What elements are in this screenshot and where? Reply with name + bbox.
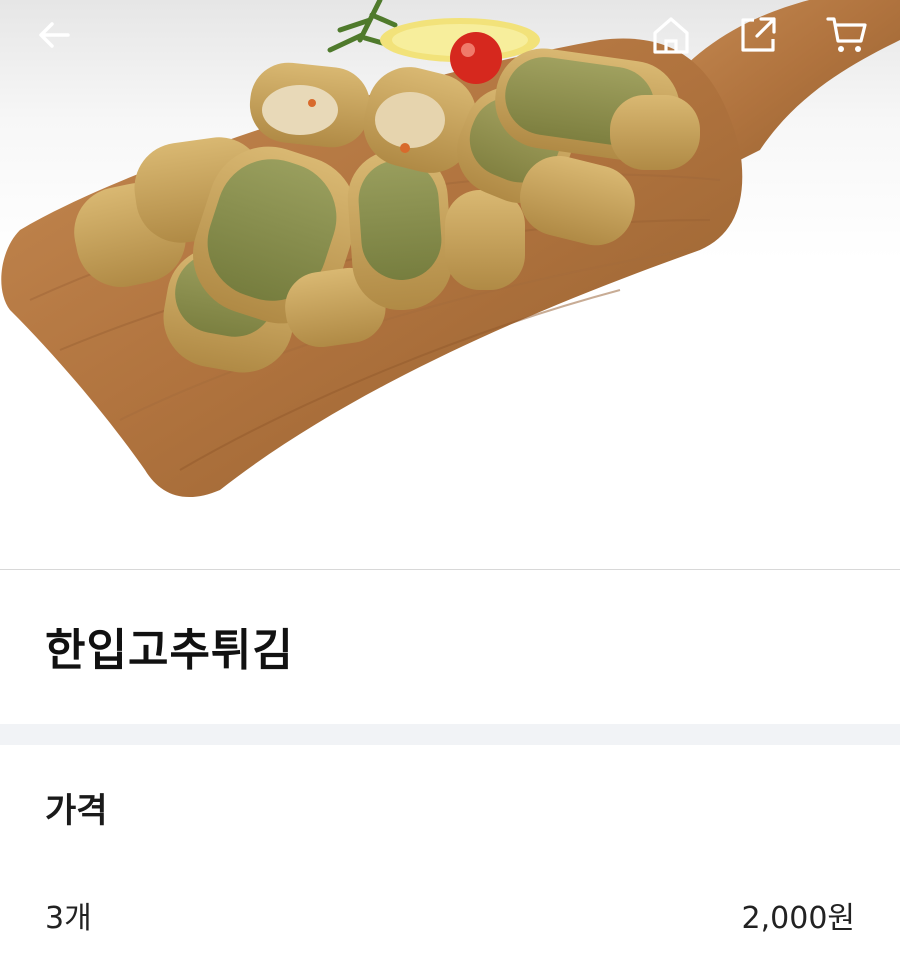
price-option-value: 2,000원 (741, 901, 855, 936)
price-option-row: 3개 2,000원 (45, 893, 855, 937)
arrow-left-icon (39, 22, 70, 48)
top-navigation-bar (0, 0, 900, 70)
price-option-quantity: 3개 (45, 901, 92, 936)
cart-icon (826, 17, 867, 52)
share-icon (741, 17, 776, 52)
price-section: 가격 3개 2,000원 (0, 745, 900, 969)
fried-peppers-illustration (1, 0, 900, 498)
product-image[interactable] (0, 0, 900, 570)
product-title-section: 한입고추튀김 (0, 570, 900, 724)
share-button[interactable] (731, 8, 785, 62)
back-button[interactable] (27, 8, 81, 62)
section-divider (0, 724, 900, 745)
price-heading: 가격 (45, 791, 108, 831)
product-title: 한입고추튀김 (45, 625, 294, 676)
home-icon (653, 17, 689, 54)
product-detail-page: 한입고추튀김 가격 3개 2,000원 (0, 0, 900, 969)
home-button[interactable] (644, 8, 698, 62)
cart-button[interactable] (820, 8, 874, 62)
